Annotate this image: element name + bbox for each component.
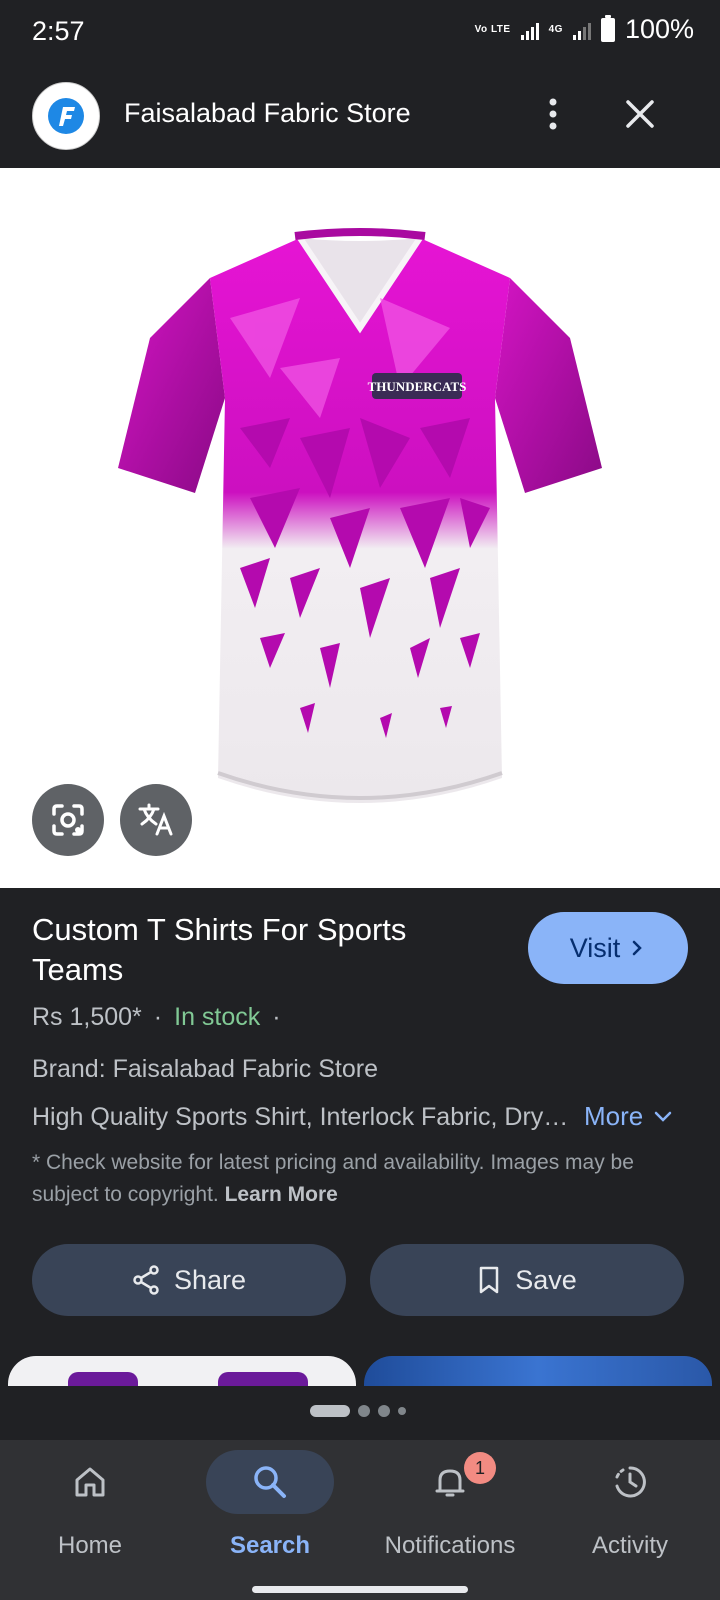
carousel-dot	[398, 1407, 406, 1415]
chevron-down-icon	[655, 1111, 672, 1122]
carousel-dot	[358, 1405, 370, 1417]
home-icon	[75, 1467, 105, 1497]
status-indicators: Vo LTE 4G 100%	[475, 14, 694, 45]
more-button[interactable]: More	[584, 1101, 673, 1132]
translate-button[interactable]	[120, 784, 192, 856]
learn-more-link[interactable]: Learn More	[225, 1183, 338, 1206]
nav-home-icon-wrap	[26, 1450, 154, 1514]
nav-activity-icon-wrap	[566, 1450, 694, 1514]
lens-button[interactable]	[32, 784, 104, 856]
history-icon	[615, 1466, 646, 1498]
carousel-dot	[378, 1405, 390, 1417]
visit-button[interactable]: Visit	[528, 912, 688, 984]
chevron-right-icon	[633, 940, 643, 956]
camera-lens-icon	[52, 804, 84, 836]
close-icon[interactable]	[620, 94, 660, 134]
battery-percent: 100%	[624, 14, 694, 44]
store-title: Faisalabad Fabric Store	[124, 98, 411, 128]
home-indicator[interactable]	[252, 1586, 468, 1593]
disclaimer: * Check website for latest pricing and a…	[32, 1147, 672, 1211]
nav-notifications-label: Notifications	[384, 1532, 516, 1559]
store-logo[interactable]	[32, 82, 100, 150]
save-button[interactable]: Save	[370, 1244, 684, 1316]
separator: ·	[272, 1003, 281, 1031]
more-label: More	[584, 1101, 644, 1131]
product-title: Custom T Shirts For Sports Teams	[32, 912, 407, 987]
related-product-card[interactable]	[364, 1356, 712, 1386]
network-type: 4G	[548, 24, 563, 35]
brand: Brand: Faisalabad Fabric Store	[32, 1055, 379, 1083]
related-product-card[interactable]	[8, 1356, 356, 1386]
description: High Quality Sports Shirt, Interlock Fab…	[32, 1103, 572, 1131]
nav-home-label: Home	[57, 1532, 123, 1559]
bell-icon	[435, 1469, 465, 1497]
shirt-illustration: THUNDERCATS	[118, 228, 602, 803]
stock-status: In stock	[174, 1003, 261, 1031]
product-image[interactable]: THUNDERCATS	[0, 168, 720, 888]
nav-activity-label: Activity	[591, 1532, 668, 1559]
nav-notifications[interactable]: 1 Notifications	[360, 1440, 540, 1600]
bookmark-icon	[479, 1266, 499, 1294]
store-logo-icon	[48, 98, 84, 134]
more-vert-icon[interactable]	[538, 96, 568, 132]
bottom-nav: Home Search 1 Notifications Activity	[0, 1440, 720, 1600]
network-indicator: Vo LTE	[475, 24, 511, 35]
price-row: Rs 1,500* · In stock ·	[32, 1003, 281, 1032]
share-button[interactable]: Share	[32, 1244, 346, 1316]
signal-icon	[520, 20, 539, 40]
carousel-dots	[310, 1405, 406, 1417]
visit-label: Visit	[569, 932, 621, 963]
battery-icon	[600, 14, 615, 42]
app-header: Faisalabad Fabric Store	[0, 66, 720, 168]
team-badge: THUNDERCATS	[368, 379, 467, 394]
share-icon	[133, 1265, 159, 1295]
price: Rs 1,500*	[32, 1003, 142, 1031]
carousel-dot	[310, 1405, 350, 1417]
search-icon	[254, 1466, 286, 1498]
translate-icon	[138, 803, 173, 836]
nav-search-label: Search	[229, 1532, 311, 1559]
separator: ·	[153, 1003, 163, 1031]
share-label: Share	[173, 1264, 247, 1295]
nav-activity[interactable]: Activity	[540, 1440, 720, 1600]
signal-2-icon	[572, 20, 591, 40]
nav-notifications-icon-wrap	[386, 1450, 514, 1514]
related-shirt-thumb	[218, 1372, 308, 1386]
related-shirt-thumb	[68, 1372, 138, 1386]
nav-search[interactable]: Search	[180, 1440, 360, 1600]
nav-home[interactable]: Home	[0, 1440, 180, 1600]
notification-badge: 1	[464, 1452, 496, 1484]
status-bar: 2:57 Vo LTE 4G 100%	[0, 0, 720, 66]
volte-label: Vo LTE	[474, 24, 511, 35]
nav-search-icon-wrap	[206, 1450, 334, 1514]
save-label: Save	[515, 1264, 577, 1295]
status-time: 2:57	[32, 16, 85, 46]
